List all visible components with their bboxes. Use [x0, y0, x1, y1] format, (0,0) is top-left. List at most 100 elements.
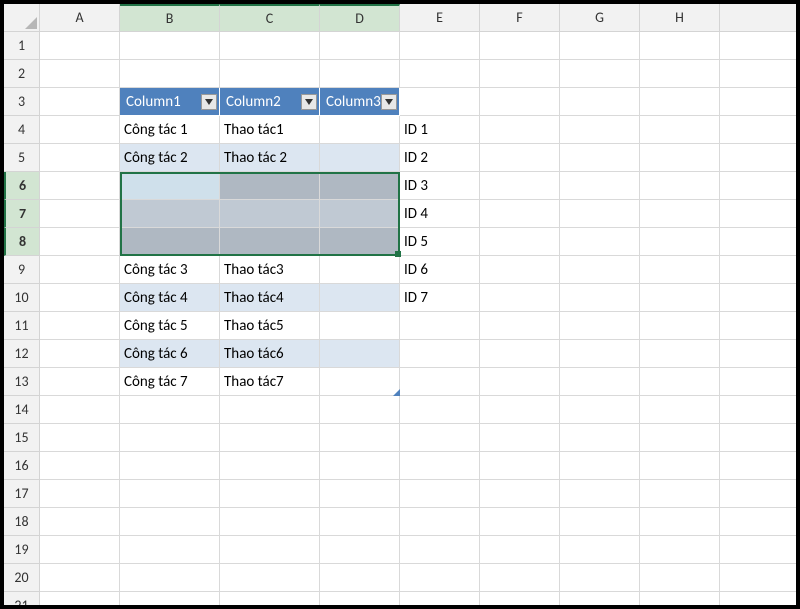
cell-A2[interactable] [40, 60, 120, 88]
column-header-E[interactable]: E [400, 4, 480, 32]
cell-H4[interactable] [640, 116, 720, 144]
cell-H18[interactable] [640, 508, 720, 536]
column-header-F[interactable]: F [480, 4, 560, 32]
row-header-20[interactable]: 20 [4, 564, 40, 592]
cell-x2[interactable] [720, 60, 800, 88]
cell-H11[interactable] [640, 312, 720, 340]
row-header-10[interactable]: 10 [4, 284, 40, 312]
cell-F7[interactable] [480, 200, 560, 228]
cell-G10[interactable] [560, 284, 640, 312]
cell-B14[interactable] [120, 396, 220, 424]
cell-E21[interactable] [400, 592, 480, 609]
table-header-column2[interactable]: Column2 [220, 88, 320, 116]
cell-A21[interactable] [40, 592, 120, 609]
cell-x13[interactable] [720, 368, 800, 396]
column-header-extra[interactable] [720, 4, 800, 32]
cell-A6[interactable] [40, 172, 120, 200]
cell-H12[interactable] [640, 340, 720, 368]
cell-A3[interactable] [40, 88, 120, 116]
cell-B21[interactable] [120, 592, 220, 609]
table-resize-handle[interactable] [393, 389, 400, 396]
cell-G3[interactable] [560, 88, 640, 116]
table-cell[interactable]: Thao tác3 [220, 256, 320, 284]
cell-F19[interactable] [480, 536, 560, 564]
cell-H5[interactable] [640, 144, 720, 172]
cell-x7[interactable] [720, 200, 800, 228]
table-cell[interactable]: Công tác 2 [120, 144, 220, 172]
cell-H1[interactable] [640, 32, 720, 60]
cell-H13[interactable] [640, 368, 720, 396]
table-cell[interactable]: Công tác 7 [120, 368, 220, 396]
cell-F20[interactable] [480, 564, 560, 592]
cell-D20[interactable] [320, 564, 400, 592]
cell-D18[interactable] [320, 508, 400, 536]
cell-F21[interactable] [480, 592, 560, 609]
cell-G2[interactable] [560, 60, 640, 88]
cell-H9[interactable] [640, 256, 720, 284]
table-cell[interactable] [320, 284, 400, 312]
cell-B2[interactable] [120, 60, 220, 88]
row-header-4[interactable]: 4 [4, 116, 40, 144]
table-cell[interactable] [320, 340, 400, 368]
cell-E13[interactable] [400, 368, 480, 396]
cell-A9[interactable] [40, 256, 120, 284]
cell-x8[interactable] [720, 228, 800, 256]
column-header-C[interactable]: C [220, 4, 320, 32]
table-cell[interactable]: Thao tác5 [220, 312, 320, 340]
select-all-corner[interactable] [4, 4, 40, 32]
cell-E4[interactable]: ID 1 [400, 116, 480, 144]
cell-A20[interactable] [40, 564, 120, 592]
cell-G20[interactable] [560, 564, 640, 592]
cell-C19[interactable] [220, 536, 320, 564]
cell-x18[interactable] [720, 508, 800, 536]
row-header-8[interactable]: 8 [4, 228, 40, 256]
cell-E9[interactable]: ID 6 [400, 256, 480, 284]
cell-B15[interactable] [120, 424, 220, 452]
table-cell[interactable] [320, 368, 400, 396]
cell-E10[interactable]: ID 7 [400, 284, 480, 312]
table-header-column1[interactable]: Column1 [120, 88, 220, 116]
table-cell[interactable] [220, 172, 320, 200]
row-header-1[interactable]: 1 [4, 32, 40, 60]
cell-C16[interactable] [220, 452, 320, 480]
cell-A14[interactable] [40, 396, 120, 424]
cell-x19[interactable] [720, 536, 800, 564]
row-header-18[interactable]: 18 [4, 508, 40, 536]
column-header-D[interactable]: D [320, 4, 400, 32]
cell-F3[interactable] [480, 88, 560, 116]
cell-x10[interactable] [720, 284, 800, 312]
cell-B16[interactable] [120, 452, 220, 480]
table-cell[interactable]: Công tác 4 [120, 284, 220, 312]
cell-C1[interactable] [220, 32, 320, 60]
cell-x15[interactable] [720, 424, 800, 452]
cell-H20[interactable] [640, 564, 720, 592]
table-cell[interactable] [120, 200, 220, 228]
cell-x21[interactable] [720, 592, 800, 609]
row-header-9[interactable]: 9 [4, 256, 40, 284]
cell-F10[interactable] [480, 284, 560, 312]
cell-G6[interactable] [560, 172, 640, 200]
table-cell[interactable]: Thao tác 2 [220, 144, 320, 172]
cell-x20[interactable] [720, 564, 800, 592]
table-cell[interactable] [320, 172, 400, 200]
cell-A12[interactable] [40, 340, 120, 368]
cell-x14[interactable] [720, 396, 800, 424]
cell-G11[interactable] [560, 312, 640, 340]
cell-H19[interactable] [640, 536, 720, 564]
row-header-11[interactable]: 11 [4, 312, 40, 340]
cell-D14[interactable] [320, 396, 400, 424]
cell-F13[interactable] [480, 368, 560, 396]
table-header-column3[interactable]: Column3 [320, 88, 400, 116]
cell-A10[interactable] [40, 284, 120, 312]
cell-F8[interactable] [480, 228, 560, 256]
cell-C17[interactable] [220, 480, 320, 508]
cell-H6[interactable] [640, 172, 720, 200]
cell-H17[interactable] [640, 480, 720, 508]
cell-F5[interactable] [480, 144, 560, 172]
row-header-21[interactable]: 21 [4, 592, 40, 609]
column-header-H[interactable]: H [640, 4, 720, 32]
cell-C2[interactable] [220, 60, 320, 88]
cell-G18[interactable] [560, 508, 640, 536]
cell-A5[interactable] [40, 144, 120, 172]
cell-G21[interactable] [560, 592, 640, 609]
